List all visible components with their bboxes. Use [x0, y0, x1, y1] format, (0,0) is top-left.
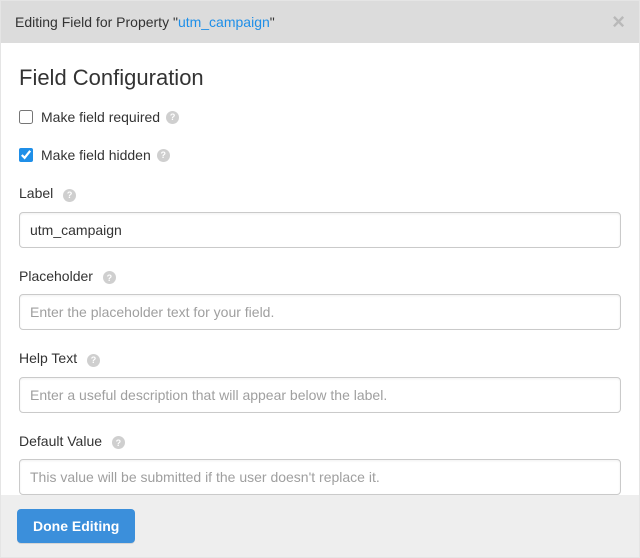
help-text-field-label: Help Text ? [19, 350, 621, 367]
help-text-input[interactable] [19, 377, 621, 413]
label-field-label: Label ? [19, 185, 621, 202]
title-prefix: Editing Field for Property " [15, 14, 178, 30]
help-icon[interactable]: ? [112, 436, 125, 449]
placeholder-group: Placeholder ? [19, 268, 621, 331]
title-property[interactable]: utm_campaign [178, 14, 270, 30]
default-value-field-label-text: Default Value [19, 433, 102, 449]
help-icon[interactable]: ? [103, 271, 116, 284]
placeholder-input[interactable] [19, 294, 621, 330]
help-text-field-label-text: Help Text [19, 350, 77, 366]
default-value-input[interactable] [19, 459, 621, 495]
required-checkbox[interactable] [19, 110, 33, 124]
modal-body: Field Configuration Make field required … [1, 43, 639, 495]
modal-title: Editing Field for Property "utm_campaign… [15, 14, 275, 30]
field-config-modal: Editing Field for Property "utm_campaign… [0, 0, 640, 558]
hidden-checkbox-row: Make field hidden ? [19, 147, 621, 163]
help-icon[interactable]: ? [87, 354, 100, 367]
close-icon[interactable]: × [612, 11, 625, 33]
modal-header: Editing Field for Property "utm_campaign… [1, 1, 639, 43]
placeholder-field-label: Placeholder ? [19, 268, 621, 285]
title-suffix: " [270, 14, 275, 30]
default-value-group: Default Value ? [19, 433, 621, 496]
modal-footer: Done Editing [1, 495, 639, 557]
hidden-checkbox-label: Make field hidden [41, 147, 151, 163]
required-checkbox-row: Make field required ? [19, 109, 621, 125]
done-editing-button[interactable]: Done Editing [17, 509, 135, 543]
help-icon[interactable]: ? [63, 189, 76, 202]
help-text-group: Help Text ? [19, 350, 621, 413]
required-checkbox-label: Make field required [41, 109, 160, 125]
hidden-checkbox[interactable] [19, 148, 33, 162]
default-value-field-label: Default Value ? [19, 433, 621, 450]
label-field-label-text: Label [19, 185, 53, 201]
label-group: Label ? [19, 185, 621, 248]
help-icon[interactable]: ? [157, 149, 170, 162]
label-input[interactable] [19, 212, 621, 248]
placeholder-field-label-text: Placeholder [19, 268, 93, 284]
section-title: Field Configuration [19, 65, 621, 91]
help-icon[interactable]: ? [166, 111, 179, 124]
